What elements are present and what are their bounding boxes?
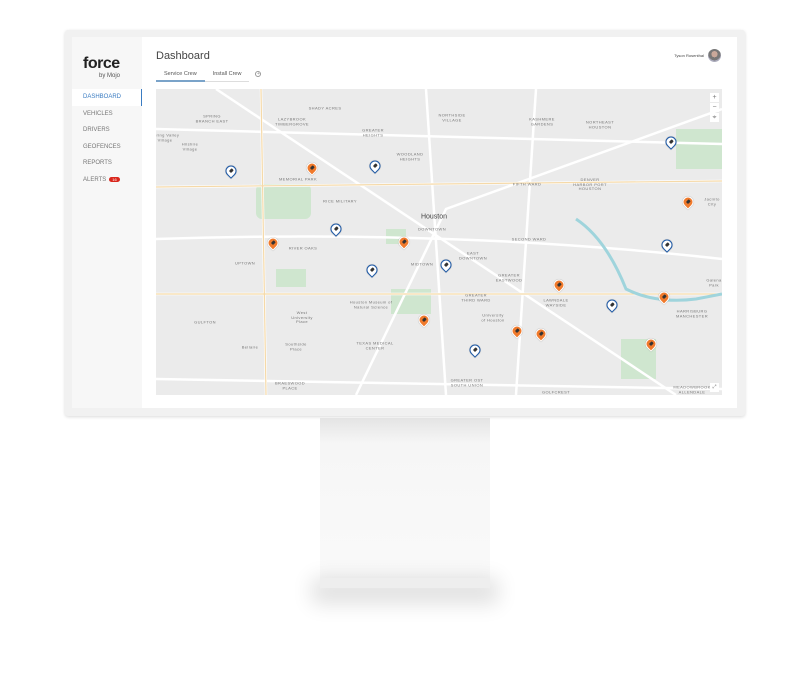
nav-label: REPORTS	[83, 160, 112, 167]
sidebar-item-alerts[interactable]: ALERTS 16	[72, 172, 142, 189]
logo-subtitle: by Mojo	[99, 73, 121, 79]
map-label: Spring Valley Village	[156, 132, 180, 142]
map-label: Houston Museum of Natural Science	[349, 299, 393, 309]
crew-tabs: Service Crew Install Crew +	[156, 71, 262, 82]
map-label: Jacinto City	[704, 196, 720, 206]
map-label: HARRISBURG MANCHESTER	[675, 308, 709, 318]
locate-icon[interactable]: ⌖	[710, 113, 719, 122]
avatar[interactable]	[708, 49, 721, 62]
tab-service-crew[interactable]: Service Crew	[156, 71, 205, 82]
map-label: University of Houston	[481, 312, 505, 322]
sidebar-item-geofences[interactable]: GEOFENCES	[72, 139, 142, 156]
sidebar-item-vehicles[interactable]: VEHICLES	[72, 106, 142, 123]
monitor-stand	[320, 418, 490, 588]
map-label: WOODLAND HEIGHTS	[396, 151, 424, 161]
nav-label: ALERTS	[83, 176, 107, 183]
map-label: SPRING BRANCH EAST	[195, 113, 229, 123]
user-name: Tyson Rosenthal	[674, 53, 704, 58]
page-title: Dashboard	[156, 50, 210, 62]
map-label: SHADY ACRES	[308, 105, 342, 111]
user-menu[interactable]: Tyson Rosenthal	[674, 49, 721, 62]
map[interactable]: SPRING BRANCH EAST LAZYBROOK TIMBERGROVE S…	[156, 89, 722, 395]
map-label: MEADOWBROOK ALLENDALE	[673, 384, 711, 394]
nav: DASHBOARD VEHICLES DRIVERS GEOFENCES REP…	[72, 89, 142, 189]
alerts-badge: 16	[109, 176, 120, 182]
map-label: Houston	[420, 213, 448, 221]
map-label: GREATER HEIGHTS	[362, 127, 384, 137]
map-label: Galena Park	[706, 277, 722, 287]
nav-label: GEOFENCES	[83, 143, 121, 150]
map-label: BRAESWOOD PLACE	[274, 380, 306, 390]
map-label: GREATER EASTWOOD	[495, 272, 523, 282]
map-label: LAWNDALE WAYSIDE	[543, 297, 569, 307]
map-label: DENVER HARBOR PORT HOUSTON	[573, 177, 607, 192]
map-label: RICE MILITARY	[323, 198, 357, 204]
monitor-base	[320, 578, 490, 588]
map-label: West University Place	[291, 310, 313, 325]
sidebar-item-drivers[interactable]: DRIVERS	[72, 122, 142, 139]
fullscreen-icon[interactable]: ⤢	[710, 383, 719, 392]
map-label: MIDTOWN	[410, 261, 434, 267]
nav-label: DASHBOARD	[83, 94, 122, 100]
map-label: GREATER OST SOUTH UNION	[450, 377, 484, 387]
zoom-out-button[interactable]: −	[710, 103, 719, 112]
map-label: Southside Place	[285, 341, 307, 351]
logo: force	[83, 55, 120, 72]
sidebar-item-reports[interactable]: REPORTS	[72, 155, 142, 172]
nav-label: DRIVERS	[83, 127, 110, 134]
map-label: Hilshire Village	[181, 141, 199, 151]
map-label: TEXAS MEDICAL CENTER	[356, 340, 394, 350]
sidebar: force by Mojo DASHBOARD VEHICLES DRIVERS…	[72, 37, 142, 408]
map-label: FIFTH WARD	[512, 181, 542, 187]
map-label: GULFTON	[194, 319, 216, 325]
app-screen: force by Mojo DASHBOARD VEHICLES DRIVERS…	[72, 37, 737, 408]
map-label: LAZYBROOK TIMBERGROVE	[275, 116, 309, 126]
tab-install-crew[interactable]: Install Crew	[204, 71, 250, 82]
map-label: GOLFCREST	[541, 389, 571, 395]
sidebar-item-dashboard[interactable]: DASHBOARD	[72, 89, 142, 106]
map-label: EAST DOWNTOWN	[458, 250, 488, 260]
map-label: KASHMERE GARDENS	[529, 116, 555, 126]
nav-label: VEHICLES	[83, 110, 113, 117]
map-label: NORTHEAST HOUSTON	[585, 119, 615, 129]
map-label: NORTHSIDE VILLAGE	[438, 112, 466, 122]
add-tab-icon[interactable]: +	[255, 71, 262, 77]
map-label: RIVER OAKS	[288, 245, 318, 251]
map-label: MEMORIAL PARK	[278, 176, 318, 182]
map-label: GREATER THIRD WARD	[461, 292, 491, 302]
map-label: Bellaire	[241, 344, 259, 350]
zoom-in-button[interactable]: +	[710, 93, 719, 102]
map-label: SECOND WARD	[511, 236, 547, 242]
map-label: DOWNTOWN	[417, 226, 447, 232]
map-label: UPTOWN	[234, 260, 256, 266]
